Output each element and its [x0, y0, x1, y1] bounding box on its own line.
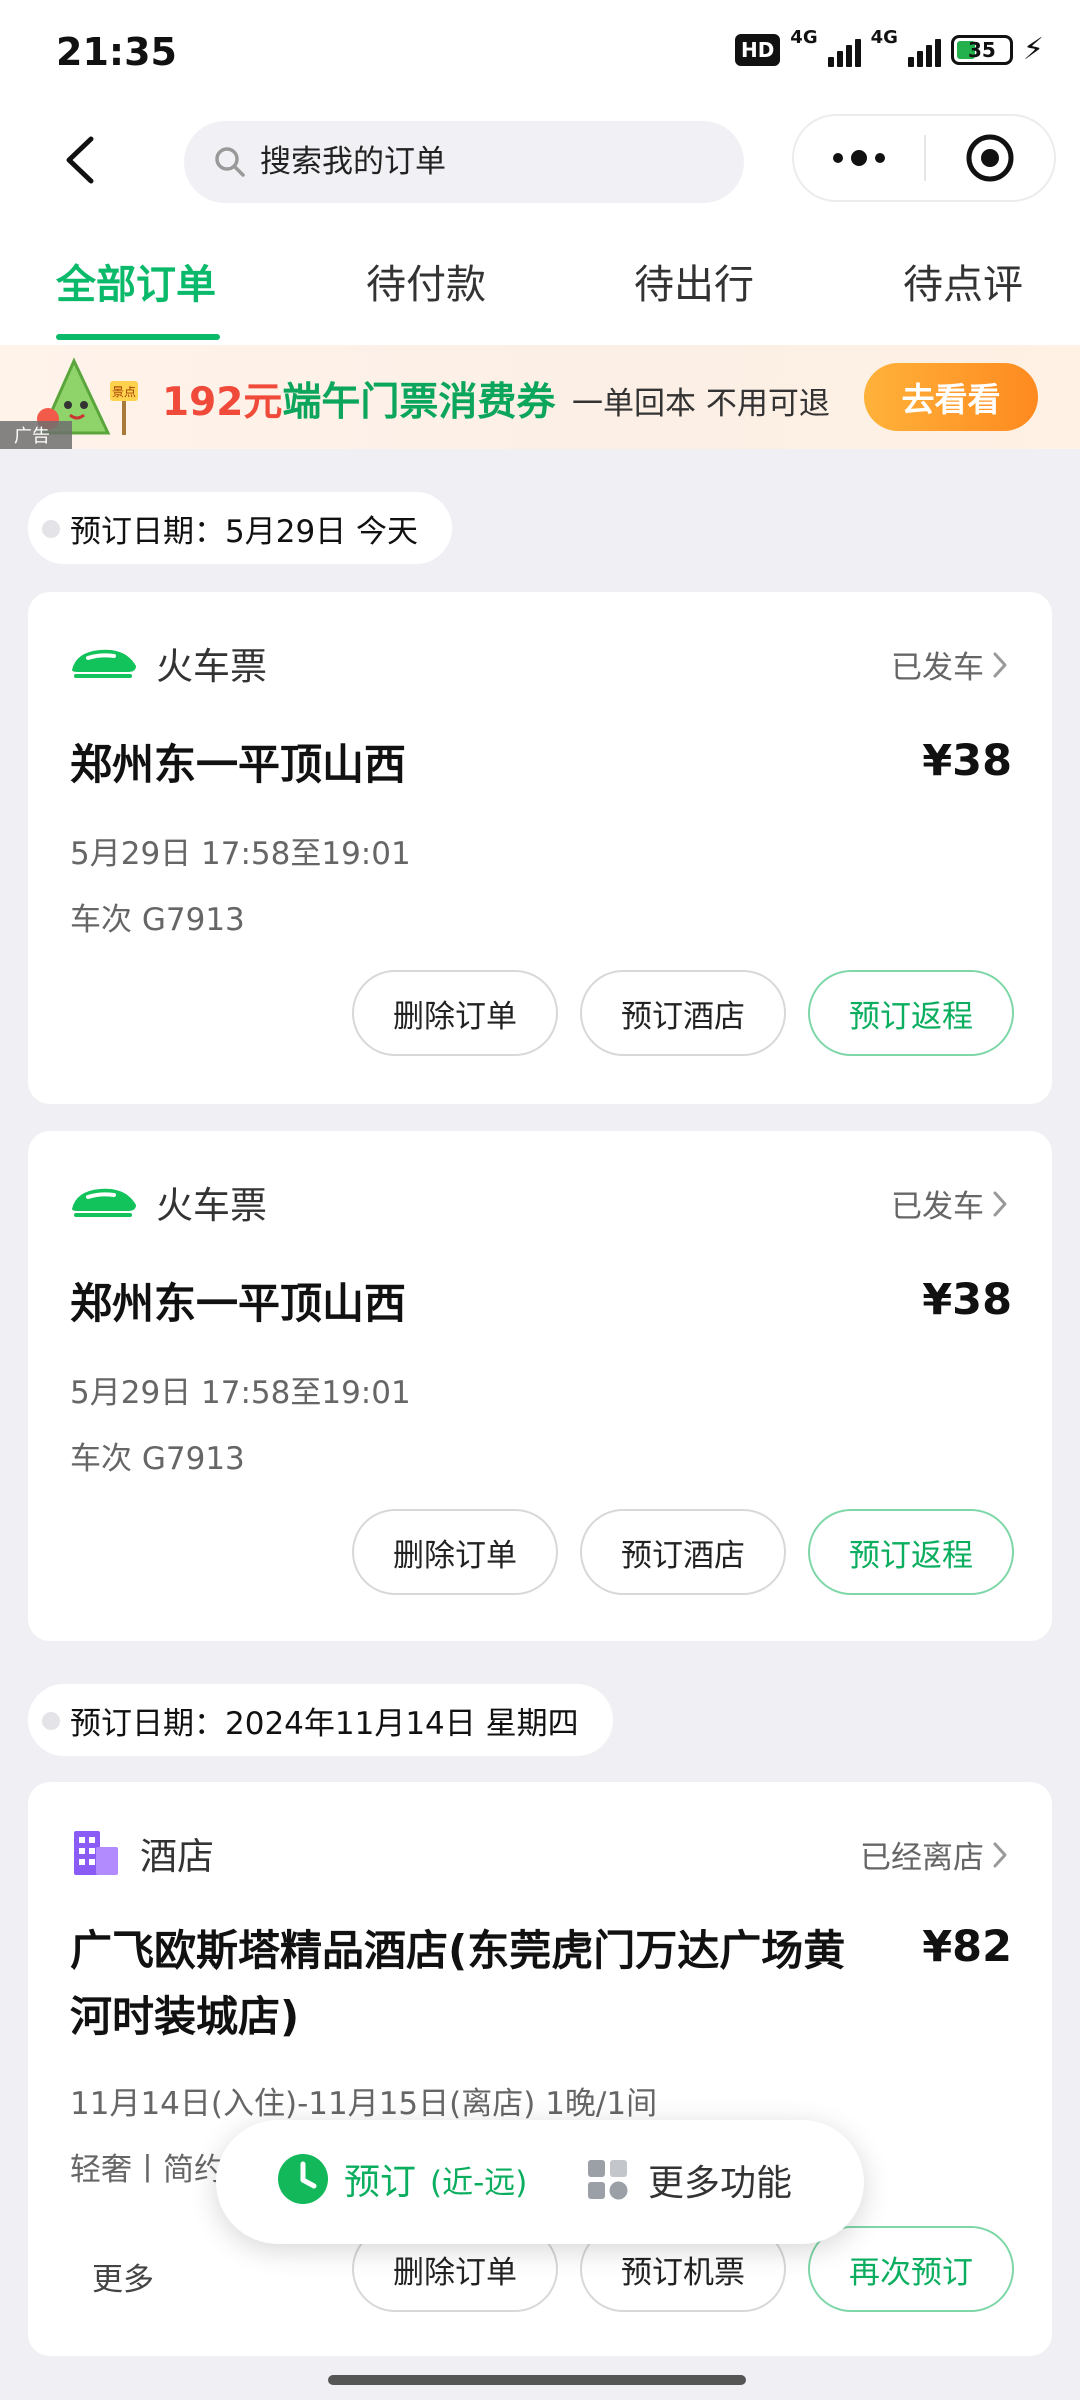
clock-icon — [278, 2154, 328, 2204]
charging-icon: ⚡ — [1022, 32, 1044, 67]
book-again-button[interactable]: 再次预订 — [808, 2226, 1014, 2312]
back-arrow-icon — [66, 136, 94, 184]
stay-dates: 11月14日(入住)-11月15日(离店) 1晚/1间 — [70, 2086, 658, 2122]
network-label-2: 4G — [870, 27, 898, 48]
more-dots-button[interactable] — [794, 116, 924, 200]
card-header: 酒店 — [70, 1826, 214, 1880]
ad-title-text: 端午门票消费券 — [282, 380, 556, 425]
order-type-label: 酒店 — [140, 1835, 214, 1878]
book-hotel-button[interactable]: 预订酒店 — [580, 970, 786, 1056]
order-price: ¥38 — [922, 736, 1012, 786]
ad-title: 192元端午门票消费券 — [162, 371, 555, 427]
date-chip-label: 预订日期：5月29日 今天 — [70, 513, 419, 550]
train-number: 车次 G7913 — [70, 1441, 245, 1477]
book-label: 预订 — [344, 2162, 417, 2203]
date-dot-icon — [42, 1712, 60, 1730]
order-type-label: 火车票 — [156, 1184, 267, 1227]
order-status-label: 已发车 — [891, 1189, 984, 1225]
hotel-tags: 轻奢丨简约 — [70, 2152, 225, 2188]
close-mini-program-button[interactable] — [926, 116, 1054, 200]
ad-go-see-button[interactable]: 去看看 — [864, 363, 1038, 431]
order-status[interactable]: 已发车 — [891, 1181, 1008, 1226]
more-dots-icon — [833, 153, 843, 163]
tab-pending-review[interactable]: 待点评 — [903, 252, 1023, 310]
trip-time: 5月29日 17:58至19:01 — [70, 836, 411, 872]
delete-order-button[interactable]: 删除订单 — [352, 1509, 558, 1595]
trip-time: 5月29日 17:58至19:01 — [70, 1375, 411, 1411]
order-card[interactable]: 火车票 已发车 郑州东一平顶山西 ¥38 5月29日 17:58至19:01 车… — [28, 592, 1052, 1104]
ad-tag: 广告 — [0, 421, 72, 449]
card-header: 火车票 — [70, 1175, 267, 1229]
hd-icon: HD — [734, 33, 781, 66]
mascot-sign-label: 景点 — [112, 385, 136, 399]
grid-icon — [588, 2160, 628, 2200]
order-price: ¥82 — [922, 1922, 1012, 1972]
order-status[interactable]: 已发车 — [891, 642, 1008, 687]
back-button[interactable] — [50, 130, 110, 190]
book-return-button[interactable]: 预订返程 — [808, 1509, 1014, 1595]
search-input[interactable] — [260, 144, 700, 180]
home-indicator[interactable] — [328, 2375, 746, 2385]
mini-program-capsule — [792, 114, 1056, 202]
order-status-label: 已经离店 — [860, 1840, 984, 1876]
order-tabs: 全部订单 待付款 待出行 待点评 — [0, 252, 1080, 342]
chevron-right-icon — [993, 1191, 1007, 1216]
card-header: 火车票 — [70, 636, 267, 690]
book-hotel-button[interactable]: 预订酒店 — [580, 1509, 786, 1595]
search-bar[interactable] — [184, 121, 744, 203]
tab-pending-travel[interactable]: 待出行 — [634, 252, 754, 310]
signal-icon — [907, 33, 941, 67]
tab-all-orders[interactable]: 全部订单 — [56, 252, 216, 310]
date-chip: 预订日期：5月29日 今天 — [28, 492, 453, 564]
route-title: 郑州东一平顶山西 — [70, 1279, 407, 1328]
more-actions-link[interactable]: 更多 — [92, 2254, 154, 2299]
delete-order-button[interactable]: 删除订单 — [352, 970, 558, 1056]
network-label-1: 4G — [790, 27, 818, 48]
status-bar: 21:35 HD 4G 4G 35 ⚡ — [0, 0, 1080, 110]
status-time: 21:35 — [56, 30, 177, 74]
tab-pending-payment[interactable]: 待付款 — [366, 252, 486, 310]
order-type-label: 火车票 — [156, 645, 267, 688]
date-chip-label: 预订日期：2024年11月14日 星期四 — [70, 1705, 579, 1742]
chevron-right-icon — [993, 652, 1007, 677]
ad-amount: 192元 — [162, 380, 283, 425]
order-card[interactable]: 酒店 已经离店 广飞欧斯塔精品酒店(东莞虎门万达广场黄 河时装城店) ¥82 1… — [28, 1782, 1052, 2356]
more-functions-button[interactable]: 更多功能 — [586, 2154, 792, 2206]
order-card[interactable]: 火车票 已发车 郑州东一平顶山西 ¥38 5月29日 17:58至19:01 车… — [28, 1131, 1052, 1641]
active-tab-indicator — [56, 334, 220, 340]
book-sort-button[interactable]: 预订 (近-远) — [276, 2152, 527, 2206]
train-icon — [72, 1188, 136, 1217]
search-icon — [215, 147, 245, 177]
train-icon — [72, 649, 136, 678]
train-number: 车次 G7913 — [70, 902, 245, 938]
ad-banner[interactable]: 景点 192元端午门票消费券 一单回本 不用可退 去看看 — [0, 345, 1080, 449]
ad-subtitle: 一单回本 不用可退 — [572, 386, 830, 422]
order-price: ¥38 — [922, 1275, 1012, 1325]
order-status-label: 已发车 — [891, 650, 984, 686]
more-functions-label: 更多功能 — [648, 2163, 793, 2204]
order-status[interactable]: 已经离店 — [860, 1832, 1008, 1877]
route-title: 郑州东一平顶山西 — [70, 740, 407, 789]
date-chip: 预订日期：2024年11月14日 星期四 — [28, 1684, 613, 1756]
floating-action-bar: 预订 (近-远) 更多功能 — [216, 2120, 864, 2244]
target-icon — [966, 134, 1014, 182]
signal-icon — [827, 33, 861, 67]
battery-icon: 35 — [950, 34, 1013, 65]
hotel-name-line-2: 河时装城店) — [70, 1992, 300, 2041]
chevron-right-icon — [993, 1842, 1007, 1867]
book-return-button[interactable]: 预订返程 — [808, 970, 1014, 1056]
hotel-name-line-1: 广飞欧斯塔精品酒店(东莞虎门万达广场黄 — [70, 1926, 846, 1975]
status-icons: HD 4G 4G 35 ⚡ — [734, 27, 1044, 67]
date-dot-icon — [42, 520, 60, 538]
hotel-icon — [74, 1831, 118, 1875]
book-sort-hint: (近-远) — [430, 2164, 528, 2201]
